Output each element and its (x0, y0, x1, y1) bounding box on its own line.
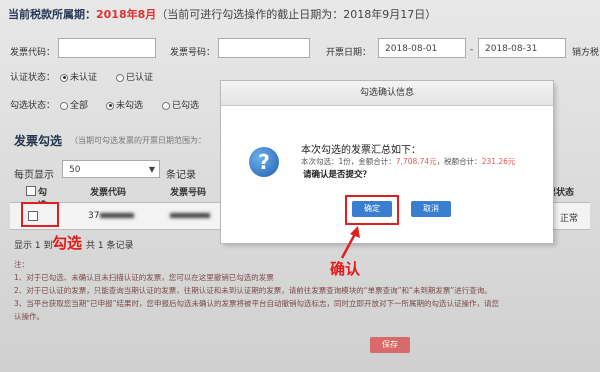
page: 当前税款所属期：2018年8月（当前可进行勾选操作的截止日期为：2018年9月1… (0, 0, 600, 372)
tax-period-header: 当前税款所属期：2018年8月（当前可进行勾选操作的截止日期为：2018年9月1… (8, 6, 436, 22)
seller-tax-id-label: 销方税 (572, 48, 600, 58)
cancel-button[interactable]: 取消 (411, 201, 451, 217)
tax-total: 231.26元 (481, 157, 516, 166)
arrow-icon (340, 226, 360, 259)
auth-option-verified[interactable]: 已认证 (116, 70, 153, 83)
annotation-check: 勾选 (52, 234, 83, 252)
header-invoice-number: 发票号码 (170, 188, 207, 198)
note-line: 注： (14, 260, 29, 269)
chevron-down-icon: ▼ (148, 165, 155, 174)
page-size-suffix: 条记录 (166, 170, 196, 181)
page-size-label: 每页显示 (14, 170, 54, 181)
confirm-highlight (345, 195, 399, 225)
blurred-code (100, 213, 134, 218)
blurred-number (170, 213, 210, 218)
invoice-code-input[interactable] (58, 38, 156, 58)
header-select-all[interactable]: 勾选 (26, 185, 47, 211)
header-invoice-code: 发票代码 (90, 188, 127, 198)
notes: 注： 1、对于已勾选、未确认且未扫描认证的发票，您可以在这里撤销已勾选的发票 2… (14, 258, 574, 323)
invoice-number-label: 发票号码： (170, 48, 216, 58)
radio-icon (162, 101, 170, 110)
note-line: 3、当平台获取您当期“已申报”结果时，您申报后勾选未确认的发票将被平台自动撤销勾… (14, 299, 500, 308)
note-line: 1、对于已勾选、未确认且未扫描认证的发票，您可以在这里撤销已勾选的发票 (14, 273, 274, 282)
amount-total: 7,708.74元 (395, 157, 437, 166)
dialog-summary: 本次勾选：1份，金额合计：7,708.74元，税额合计：231.26元 (301, 157, 516, 166)
checkbox-icon (26, 186, 36, 196)
page-size-select[interactable]: 50 ▼ (62, 160, 160, 178)
section-title: 发票勾选 (14, 134, 63, 148)
check-option-unchecked[interactable]: 未勾选 (106, 98, 143, 111)
dialog-title: 勾选确认信息 (221, 81, 553, 106)
period-value: 2018年8月 (96, 8, 157, 21)
check-option-all[interactable]: 全部 (60, 98, 88, 111)
dialog-question: 请确认是否提交？ (303, 170, 372, 180)
auth-status-label: 认证状态： (10, 73, 56, 83)
table-footer-suffix: 共 1 条记录 (86, 241, 134, 251)
checkbox-highlight (21, 202, 59, 227)
note-line: 认操作。 (14, 312, 44, 321)
issue-date-label: 开票日期： (326, 48, 372, 58)
dialog-heading: 本次勾选的发票汇总如下： (301, 145, 421, 156)
row-invoice-code: 37 (88, 211, 100, 221)
period-note: （当前可进行勾选操作的截止日期为：2018年9月17日） (156, 8, 437, 21)
date-to-input[interactable]: 2018-08-31 (478, 38, 566, 58)
radio-icon (60, 73, 68, 82)
question-icon: ? (249, 147, 279, 177)
save-button[interactable]: 保存 (370, 337, 410, 353)
auth-option-unverified[interactable]: 未认证 (60, 70, 97, 83)
row-invoice-status: 正常 (560, 214, 579, 224)
date-from-input[interactable]: 2018-08-01 (378, 38, 466, 58)
invoice-number-input[interactable] (218, 38, 310, 58)
annotation-confirm: 确认 (330, 260, 361, 278)
section-note: （当期可勾选发票的开票日期范围为： (70, 136, 206, 145)
period-label: 当前税款所属期： (8, 8, 96, 21)
check-status-label: 勾选状态： (10, 101, 56, 111)
radio-icon (106, 101, 114, 110)
radio-icon (60, 101, 68, 110)
check-option-checked[interactable]: 已勾选 (162, 98, 199, 111)
note-line: 2、对于已认证的发票，只能查询当期认证的发票，往期认证和未到认证期的发票，请前往… (14, 286, 492, 295)
radio-icon (116, 73, 124, 82)
date-separator: - (470, 45, 474, 55)
invoice-code-label: 发票代码： (10, 48, 56, 58)
table-footer-prefix: 显示 1 到 (14, 241, 53, 251)
